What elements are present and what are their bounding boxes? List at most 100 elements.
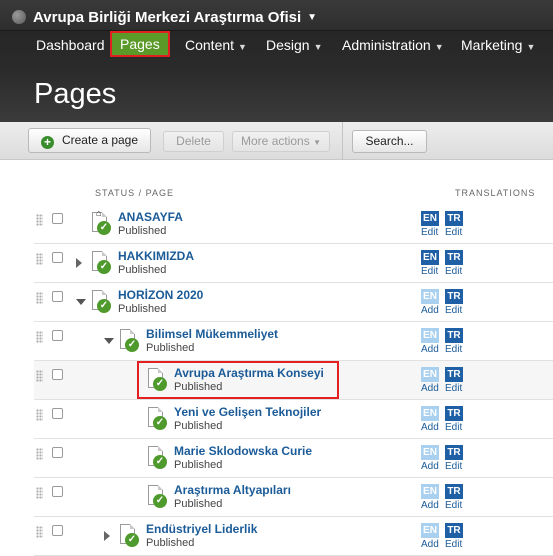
add-en-link[interactable]: Add <box>421 500 439 511</box>
edit-tr-link[interactable]: Edit <box>445 383 462 394</box>
page-icon: ✓ <box>148 485 167 509</box>
nav-content[interactable]: Content ▼ <box>185 31 247 59</box>
nav-marketing[interactable]: Marketing ▼ <box>461 31 535 59</box>
page-status: Published <box>118 264 167 276</box>
page-name-link[interactable]: Araştırma Altyapıları <box>174 483 291 497</box>
create-page-label: Create a page <box>61 133 139 147</box>
nav-pages[interactable]: Pages <box>110 31 170 57</box>
lang-tag-tr[interactable]: TR <box>445 211 463 226</box>
lang-tag-en[interactable]: EN <box>421 250 439 265</box>
table-row: ✓ Marie Sklodowska Curie Published EN TR Add E… <box>34 439 553 478</box>
row-checkbox[interactable] <box>52 408 63 419</box>
add-en-link[interactable]: Add <box>421 344 439 355</box>
check-circle-icon: ✓ <box>97 221 111 235</box>
lang-tag-tr[interactable]: TR <box>445 250 463 265</box>
edit-tr-link[interactable]: Edit <box>445 344 462 355</box>
table-row: ✓ Araştırma Altyapıları Published EN TR Add Ed… <box>34 478 553 517</box>
page-name-link[interactable]: HORİZON 2020 <box>118 288 203 302</box>
site-switcher[interactable]: Avrupa Birliği Merkezi Araştırma Ofisi ▼ <box>12 7 317 27</box>
lang-tag-en[interactable]: EN <box>421 211 439 226</box>
delete-button[interactable]: Delete <box>163 131 224 152</box>
nav-dashboard[interactable]: Dashboard <box>36 31 105 59</box>
more-actions-label: More actions <box>241 134 310 148</box>
create-page-button[interactable]: + Create a page <box>28 128 151 153</box>
drag-handle-icon[interactable] <box>36 409 43 421</box>
drag-handle-icon[interactable] <box>36 214 43 226</box>
row-checkbox[interactable] <box>52 447 63 458</box>
nav-administration[interactable]: Administration ▼ <box>342 31 444 59</box>
drag-handle-icon[interactable] <box>36 331 43 343</box>
lang-tag-tr[interactable]: TR <box>445 367 463 382</box>
nav-label: Content <box>185 37 235 53</box>
table-row: ✓ Yeni ve Gelişen Teknojiler Published EN TR… <box>34 400 553 439</box>
plus-circle-icon: + <box>40 136 54 149</box>
drag-handle-icon[interactable] <box>36 292 43 304</box>
chevron-down-icon: ▼ <box>238 42 247 52</box>
edit-tr-link[interactable]: Edit <box>445 305 462 316</box>
lang-tag-en[interactable]: EN <box>421 484 439 499</box>
add-en-link[interactable]: Add <box>421 539 439 550</box>
lang-tag-en[interactable]: EN <box>421 328 439 343</box>
drag-handle-icon[interactable] <box>36 487 43 499</box>
check-circle-icon: ✓ <box>153 455 167 469</box>
lang-tag-tr[interactable]: TR <box>445 289 463 304</box>
edit-tr-link[interactable]: Edit <box>445 539 462 550</box>
page-name-link[interactable]: ANASAYFA <box>118 210 183 224</box>
lang-tag-tr[interactable]: TR <box>445 406 463 421</box>
page-name-link[interactable]: Bilimsel Mükemmeliyet <box>146 327 278 341</box>
lang-tag-en[interactable]: EN <box>421 523 439 538</box>
edit-tr-link[interactable]: Edit <box>445 227 462 238</box>
row-checkbox[interactable] <box>52 525 63 536</box>
edit-en-link[interactable]: Edit <box>421 266 438 277</box>
lang-tag-en[interactable]: EN <box>421 367 439 382</box>
page-name-link[interactable]: Marie Sklodowska Curie <box>174 444 312 458</box>
page-name-link[interactable]: Yeni ve Gelişen Teknojiler <box>174 405 321 419</box>
row-checkbox[interactable] <box>52 213 63 224</box>
edit-en-link[interactable]: Edit <box>421 227 438 238</box>
page-status: Published <box>146 537 195 549</box>
nav-design[interactable]: Design ▼ <box>266 31 323 59</box>
table-row: ✓ HORİZON 2020 Published EN TR Add Edit <box>34 283 553 322</box>
row-checkbox[interactable] <box>52 369 63 380</box>
expand-arrow-icon[interactable] <box>76 258 82 268</box>
row-checkbox[interactable] <box>52 252 63 263</box>
page-status: Published <box>146 342 195 354</box>
edit-tr-link[interactable]: Edit <box>445 461 462 472</box>
add-en-link[interactable]: Add <box>421 461 439 472</box>
collapse-arrow-icon[interactable] <box>76 299 86 305</box>
collapse-arrow-icon[interactable] <box>104 338 114 344</box>
expand-arrow-icon[interactable] <box>104 531 110 541</box>
lang-tag-tr[interactable]: TR <box>445 484 463 499</box>
table-row: ⌂ ✓ ANASAYFA Published EN TR Edit Edit <box>34 205 553 244</box>
page-name-link[interactable]: HAKKIMIZDA <box>118 249 194 263</box>
page-name-link[interactable]: Endüstriyel Liderlik <box>146 522 257 536</box>
row-checkbox[interactable] <box>52 486 63 497</box>
check-circle-icon: ✓ <box>153 416 167 430</box>
lang-tag-en[interactable]: EN <box>421 406 439 421</box>
lang-tag-tr[interactable]: TR <box>445 523 463 538</box>
chevron-down-icon: ▼ <box>313 138 321 147</box>
toolbar-divider <box>342 122 343 160</box>
check-circle-icon: ✓ <box>125 533 139 547</box>
row-checkbox[interactable] <box>52 330 63 341</box>
search-button[interactable]: Search... <box>352 130 427 153</box>
chevron-down-icon: ▼ <box>313 42 323 52</box>
more-actions-button[interactable]: More actions ▼ <box>232 131 330 152</box>
edit-tr-link[interactable]: Edit <box>445 266 462 277</box>
lang-tag-tr[interactable]: TR <box>445 328 463 343</box>
lang-tag-en[interactable]: EN <box>421 445 439 460</box>
edit-tr-link[interactable]: Edit <box>445 500 462 511</box>
lang-tag-en[interactable]: EN <box>421 289 439 304</box>
add-en-link[interactable]: Add <box>421 422 439 433</box>
drag-handle-icon[interactable] <box>36 253 43 265</box>
drag-handle-icon[interactable] <box>36 370 43 382</box>
edit-tr-link[interactable]: Edit <box>445 422 462 433</box>
add-en-link[interactable]: Add <box>421 383 439 394</box>
highlight-box <box>137 361 339 399</box>
row-checkbox[interactable] <box>52 291 63 302</box>
add-en-link[interactable]: Add <box>421 305 439 316</box>
page-status: Published <box>118 225 167 237</box>
drag-handle-icon[interactable] <box>36 448 43 460</box>
lang-tag-tr[interactable]: TR <box>445 445 463 460</box>
drag-handle-icon[interactable] <box>36 526 43 538</box>
